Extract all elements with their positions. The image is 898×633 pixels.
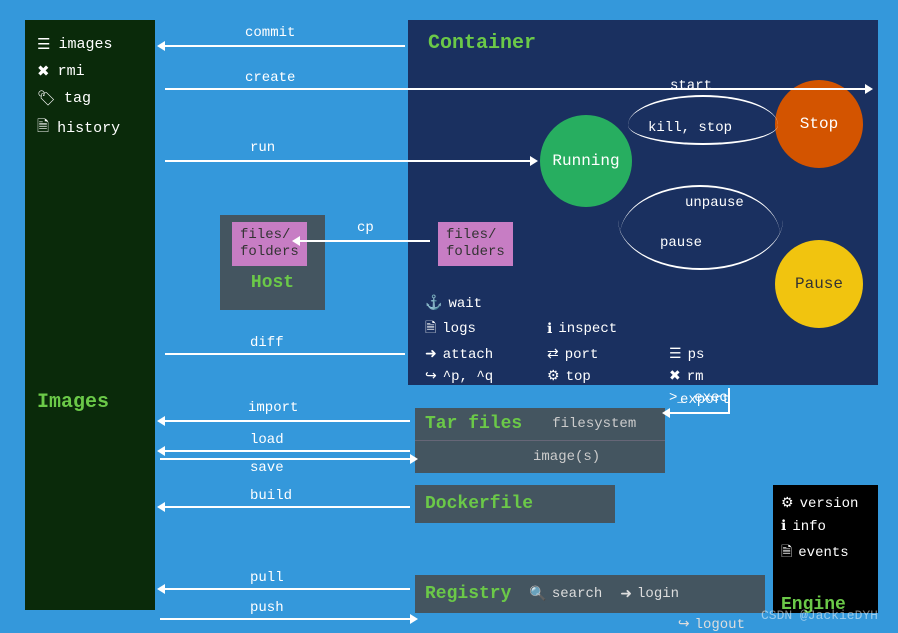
login-icon: ➜ xyxy=(425,346,437,363)
cmd-port: ⇄port xyxy=(547,346,669,363)
engine-panel: ⚙version ℹinfo 🗎events Engine xyxy=(773,485,878,613)
state-label: Stop xyxy=(800,115,838,133)
tag-icon: 🏷 xyxy=(37,89,56,108)
arrow-export xyxy=(670,412,730,414)
item-label: images xyxy=(58,36,112,53)
tarfiles-panel: Tar files filesystem image(s) xyxy=(415,408,665,473)
registry-title: Registry xyxy=(425,584,511,604)
files-label: files/folders xyxy=(446,227,505,260)
engine-info: ℹinfo xyxy=(781,518,870,535)
gears-icon: ⚙ xyxy=(547,368,560,385)
images-item: ✖ rmi xyxy=(37,62,143,81)
arrow-commit xyxy=(165,45,405,47)
transition-start: start xyxy=(670,78,712,94)
anchor-icon: ⚓ xyxy=(425,295,442,312)
label-diff: diff xyxy=(250,335,284,351)
list-icon: ☰ xyxy=(37,35,50,54)
label-run: run xyxy=(250,140,275,156)
container-commands: ⚓wait 🗎logs ℹinspect ➜attach ⇄port ☰ps ↪… xyxy=(425,295,880,406)
watermark: CSDN @JackieDYH xyxy=(761,608,878,623)
cmd-inspect: ℹinspect xyxy=(547,317,669,341)
cmd-logs: 🗎logs xyxy=(425,317,547,341)
container-title: Container xyxy=(428,32,866,55)
label-export: export xyxy=(680,392,730,408)
arrow-export-v xyxy=(728,388,730,414)
gear-icon: ⚙ xyxy=(781,495,794,512)
images-title: Images xyxy=(37,391,143,414)
files-folders-container: files/folders xyxy=(438,222,513,266)
login-icon: ➜ xyxy=(620,586,632,603)
info-icon: ℹ xyxy=(781,518,786,535)
cmd-attach: ➜attach xyxy=(425,346,547,363)
x-icon: ✖ xyxy=(37,62,50,81)
images-item: 🗎 history xyxy=(37,116,143,141)
label-pull: pull xyxy=(250,570,284,586)
doc-icon: 🗎 xyxy=(37,116,49,141)
registry-panel: Registry 🔍search ➜login ↪logout xyxy=(415,575,765,613)
tarfiles-row-fs: filesystem xyxy=(552,416,636,432)
images-panel: ☰ images ✖ rmi 🏷 tag 🗎 history Images xyxy=(25,20,155,610)
item-label: rmi xyxy=(58,63,85,80)
logout-icon: ↪ xyxy=(425,368,437,385)
dockerfile-title: Dockerfile xyxy=(425,494,533,514)
host-title: Host xyxy=(230,273,315,293)
label-commit: commit xyxy=(245,25,295,41)
arrow-load xyxy=(165,450,410,452)
cmd-rm: ✖rm xyxy=(669,368,791,385)
arrow-diff xyxy=(165,353,405,355)
arrow-build xyxy=(165,506,410,508)
label-import: import xyxy=(248,400,298,416)
swap-icon: ⇄ xyxy=(547,346,559,363)
cmd-top: ⚙top xyxy=(547,368,669,385)
info-icon: ℹ xyxy=(547,321,552,338)
arrow-import xyxy=(165,420,410,422)
cmd-login: ➜login xyxy=(620,586,679,603)
cmd-ps: ☰ps xyxy=(669,346,791,363)
stop-state: Stop xyxy=(775,80,863,168)
search-icon: 🔍 xyxy=(529,586,546,603)
running-state: Running xyxy=(540,115,632,207)
label-create: create xyxy=(245,70,295,86)
x-icon: ✖ xyxy=(669,368,681,385)
label-build: build xyxy=(250,488,292,504)
item-label: tag xyxy=(64,90,91,107)
images-item: ☰ images xyxy=(37,35,143,54)
files-label: files/folders xyxy=(240,227,299,260)
dockerfile-panel: Dockerfile xyxy=(415,485,615,523)
state-label: Pause xyxy=(795,275,843,293)
tarfiles-title: Tar files xyxy=(425,414,522,434)
arrow-cp xyxy=(300,240,430,242)
arrow-create-top xyxy=(165,88,865,90)
arrow-pull xyxy=(165,588,410,590)
arrow-save xyxy=(160,458,410,460)
label-save: save xyxy=(250,460,284,476)
label-push: push xyxy=(250,600,284,616)
arrow-push xyxy=(160,618,410,620)
doc-icon: 🗎 xyxy=(425,317,436,341)
engine-events: 🗎events xyxy=(781,541,870,565)
doc-icon: 🗎 xyxy=(781,541,792,565)
cmd-wait: ⚓wait xyxy=(425,295,547,312)
cmd-search: 🔍search xyxy=(529,586,602,603)
cmd-logout: ↪logout xyxy=(678,616,745,633)
item-label: history xyxy=(57,120,120,137)
label-load: load xyxy=(250,432,284,448)
arrow-run xyxy=(165,160,530,162)
list-icon: ☰ xyxy=(669,346,682,363)
logout-icon: ↪ xyxy=(678,616,690,633)
state-label: Running xyxy=(552,152,619,170)
label-cp: cp xyxy=(357,220,374,236)
tarfiles-row-img: image(s) xyxy=(533,449,600,465)
cmd-detach: ↪^p, ^q xyxy=(425,368,547,385)
images-item: 🏷 tag xyxy=(37,89,143,108)
engine-version: ⚙version xyxy=(781,495,870,512)
